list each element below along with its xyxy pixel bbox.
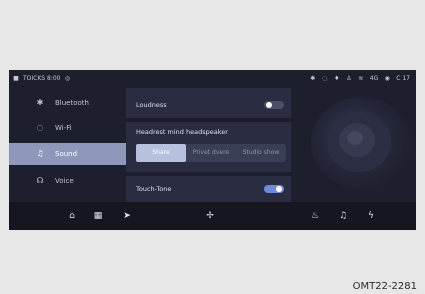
divider: [126, 118, 291, 122]
sound-icon: ♫: [36, 149, 44, 158]
sound-settings-panel: Loudness Headrest mind headspeaker Share…: [126, 88, 291, 202]
mode-option-share[interactable]: Share: [136, 144, 186, 162]
bottom-dock: ⌂ ▦ ➤ ✢ ♨ ♫ ϟ: [9, 202, 416, 230]
sidebar-item-wifi[interactable]: ◌ Wi-Fi: [9, 117, 126, 139]
voice-icon: ☊: [36, 176, 44, 185]
mode-option-studio[interactable]: Studio show: [236, 144, 286, 162]
headrest-mode-selector: Share Privet dvere Studio show: [136, 144, 286, 162]
car-icon: ■: [13, 74, 19, 82]
sidebar-item-bluetooth[interactable]: ✱ Bluetooth: [9, 92, 126, 114]
speaker-illustration: [291, 88, 416, 202]
status-bar: ■ TOICKS 8:00 ◎ ✱ ◌ ♦ ♙ ≋ 4G ◉ C 17: [9, 70, 416, 88]
wifi-icon: ≋: [358, 74, 364, 82]
speaker-graphic: [311, 97, 411, 189]
headrest-label: Headrest mind headspeaker: [136, 128, 228, 136]
divider: [126, 172, 291, 176]
figure-caption: OMT22-2281: [352, 281, 417, 292]
bolt-icon[interactable]: ϟ: [365, 210, 377, 222]
bluetooth-icon: ✱: [36, 98, 44, 107]
profile-icon[interactable]: ◎: [64, 75, 70, 82]
touchtone-label: Touch-Tone: [136, 185, 172, 193]
volume-icon: ♦: [334, 74, 340, 82]
seat-heat-icon[interactable]: ♨: [309, 210, 321, 222]
network-label: 4G: [369, 75, 379, 82]
navigation-icon[interactable]: ➤: [121, 210, 133, 222]
car-infotainment-screen: ■ TOICKS 8:00 ◎ ✱ ◌ ♦ ♙ ≋ 4G ◉ C 17 ✱ Bl…: [9, 70, 416, 230]
music-icon[interactable]: ♫: [337, 210, 349, 222]
home-icon[interactable]: ⌂: [66, 210, 78, 222]
signal-icon: ◌: [322, 74, 328, 82]
location-icon: ◉: [384, 74, 390, 82]
wifi-icon: ◌: [36, 123, 44, 132]
temperature-label: C 17: [396, 75, 410, 82]
loudness-row: Loudness: [126, 96, 291, 114]
status-left-text: TOICKS 8:00: [23, 75, 61, 82]
toggle-knob: [266, 102, 272, 108]
sidebar-item-sound[interactable]: ♫ Sound: [9, 143, 126, 165]
sidebar-item-label: Wi-Fi: [55, 124, 72, 132]
sidebar-item-label: Sound: [55, 150, 78, 158]
loudness-label: Loudness: [136, 101, 167, 109]
settings-sidebar: ✱ Bluetooth ◌ Wi-Fi ♫ Sound ☊ Voice: [9, 88, 126, 202]
touchtone-toggle[interactable]: [264, 185, 284, 193]
touchtone-row: Touch-Tone: [126, 180, 291, 198]
sidebar-item-voice[interactable]: ☊ Voice: [9, 170, 126, 192]
loudness-toggle[interactable]: [264, 101, 284, 109]
mode-option-privet[interactable]: Privet dvere: [186, 144, 236, 162]
headrest-row: Headrest mind headspeaker: [126, 126, 291, 140]
sidebar-item-label: Voice: [55, 177, 74, 185]
fan-icon[interactable]: ✢: [204, 210, 216, 222]
sidebar-item-label: Bluetooth: [55, 99, 89, 107]
bluetooth-icon: ✱: [310, 74, 316, 82]
apps-icon[interactable]: ▦: [92, 210, 104, 222]
person-icon: ♙: [346, 74, 352, 82]
toggle-knob: [276, 186, 282, 192]
